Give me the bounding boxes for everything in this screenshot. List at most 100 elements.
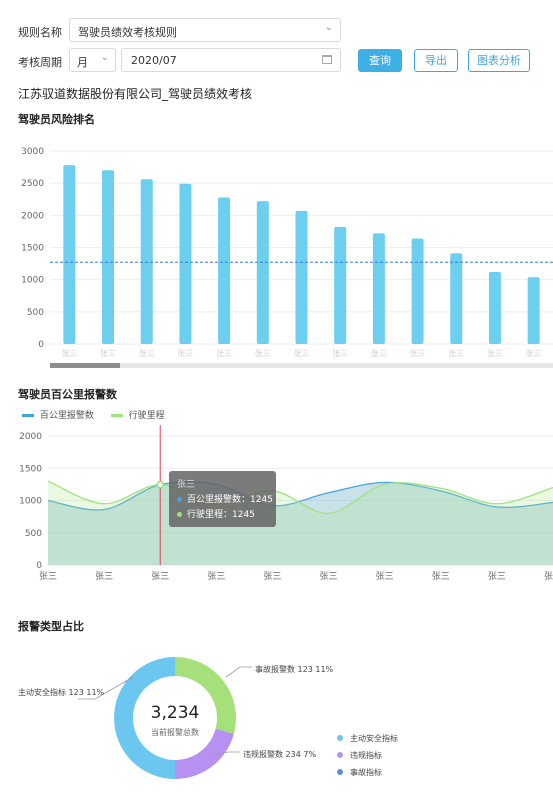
tooltip-row-mileage-text: 行驶里程：1245 [187, 510, 255, 520]
x-tick-label: 张三 [100, 349, 116, 358]
x-tick-label: 张三 [216, 349, 232, 358]
dot-icon [337, 769, 343, 775]
slice-label-active-safety: 主动安全指标 123 11% [18, 688, 105, 697]
x-tick-label: 张三 [371, 349, 387, 358]
bar [63, 165, 76, 344]
y-tick-label: 2000 [21, 211, 44, 221]
date-picker[interactable]: 2020/07 [121, 48, 341, 72]
y-tick-label: 500 [25, 529, 42, 539]
bar [140, 179, 153, 344]
y-tick-label: 3000 [21, 147, 44, 157]
bar [488, 271, 501, 344]
tooltip-title: 张三 [177, 480, 196, 490]
donut-center-value: 3,234 [150, 703, 200, 723]
chart-tooltip: 张三 百公里报警数：1245 行驶里程：1245 [169, 471, 276, 527]
slice-label-accident: 事故报警数 123 11% [255, 665, 334, 674]
x-tick-label: 张三 [61, 349, 77, 358]
tooltip-row-mileage: 行驶里程：1245 [177, 507, 255, 520]
calendar-icon [322, 55, 332, 64]
period-label: 考核周期 [18, 56, 62, 69]
x-tick-label: 张三 [376, 571, 394, 582]
alarm-chart-title: 驾驶员百公里报警数 [18, 388, 117, 401]
y-tick-label: 1500 [19, 464, 42, 474]
risk-ranking-chart: 3000 2500 2000 1500 1000 500 0 张三 张三 张三 张三 张三 张三 张三 张三… [21, 147, 553, 368]
x-tick-label: 张三 [139, 349, 155, 358]
dot-icon [337, 735, 343, 741]
bar [102, 170, 115, 344]
x-tick-label: 张三 [255, 349, 271, 358]
x-tick-label: 张三 [263, 571, 281, 582]
slice-label-violation: 违规报警数 234 7% [243, 750, 317, 759]
bar [372, 233, 385, 344]
x-tick-label: 张三 [488, 571, 506, 582]
rule-select[interactable]: 驾驶员绩效考核规则 ⌄ [69, 18, 341, 42]
legend-label-alarms: 百公里报警数 [39, 411, 94, 421]
bar [527, 277, 540, 344]
period-unit-value: 月 [77, 56, 88, 69]
y-tick-label: 1500 [21, 244, 44, 254]
dot-icon [177, 512, 182, 517]
bar [179, 183, 192, 344]
x-tick-label: 张三 [448, 349, 464, 358]
legend-item-accident: 事故指标 [337, 764, 398, 781]
scrollbar-track [50, 363, 553, 368]
x-tick-label: 张三 [320, 571, 338, 582]
legend-item-active-safety-text: 主动安全指标 [350, 734, 398, 743]
legend-item-active-safety: 主动安全指标 [337, 730, 398, 747]
risk-chart-title: 驾驶员风险排名 [18, 113, 95, 126]
chevron-down-icon: ⌄ [324, 22, 333, 33]
x-tick-label: 张三 [39, 571, 57, 582]
date-value: 2020/07 [131, 54, 177, 67]
y-tick-label: 1000 [21, 276, 44, 286]
dot-icon [177, 497, 182, 502]
x-tick-label: 张三 [95, 571, 113, 582]
x-tick-label: 张三 [177, 349, 193, 358]
query-button[interactable]: 查询 [358, 49, 402, 72]
rule-name-label: 规则名称 [18, 26, 62, 39]
x-tick-label: 张三 [332, 349, 348, 358]
x-tick-label: 张三 [410, 349, 426, 358]
period-unit-select[interactable]: 月 ⌄ [69, 48, 116, 72]
chevron-down-icon: ⌄ [100, 52, 109, 63]
chart-analysis-button[interactable]: 图表分析 [468, 49, 530, 72]
x-tick-label: 张三 [151, 571, 169, 582]
x-tick-label: 张三 [432, 571, 450, 582]
x-tick-label: 张三 [487, 349, 503, 358]
x-tick-label: 张三 [294, 349, 310, 358]
legend-label-mileage: 行驶里程 [128, 411, 165, 421]
y-tick-label: 0 [38, 340, 44, 350]
y-tick-label: 0 [36, 561, 42, 571]
legend-item-accident-text: 事故指标 [350, 768, 382, 777]
legend-swatch-alarms [22, 414, 34, 417]
hover-point-mileage [156, 480, 164, 489]
y-tick-label: 500 [27, 308, 44, 318]
rule-select-value: 驾驶员绩效考核规则 [78, 26, 177, 39]
scrollbar-thumb [50, 363, 120, 368]
bar [411, 238, 424, 344]
x-tick-label: 张三 [544, 571, 553, 582]
bar [450, 253, 463, 344]
donut-center-label: 当前报警总数 [151, 728, 199, 737]
y-tick-label: 2000 [19, 432, 42, 442]
x-tick-label: 张三 [207, 571, 225, 582]
x-tick-label: 张三 [526, 349, 542, 358]
alarm-type-title: 报警类型占比 [18, 620, 84, 633]
export-button[interactable]: 导出 [414, 49, 458, 72]
legend-swatch-mileage [110, 414, 123, 417]
report-title: 江苏驭道数据股份有限公司_驾驶员绩效考核 [18, 87, 253, 101]
legend-item-violation-text: 违规指标 [350, 751, 382, 760]
bar [256, 201, 269, 344]
bar [295, 210, 308, 344]
series-area-mileage [48, 481, 553, 565]
legend-item-violation: 违规指标 [337, 747, 398, 764]
y-tick-label: 2500 [21, 179, 44, 189]
bar [334, 226, 347, 344]
line-chart-legend: 百公里报警数 行驶里程 [22, 408, 165, 421]
alarm-line-chart: 2000150010005000张三张三张三张三张三张三张三张三张三张三 [19, 425, 553, 582]
donut-legend: 主动安全指标 违规指标 事故指标 [337, 730, 398, 781]
y-tick-label: 1000 [19, 497, 42, 507]
dot-icon [337, 752, 343, 758]
tooltip-row-alarms: 百公里报警数：1245 [177, 492, 273, 505]
tooltip-row-alarms-text: 百公里报警数：1245 [187, 495, 273, 505]
bar [218, 197, 231, 344]
